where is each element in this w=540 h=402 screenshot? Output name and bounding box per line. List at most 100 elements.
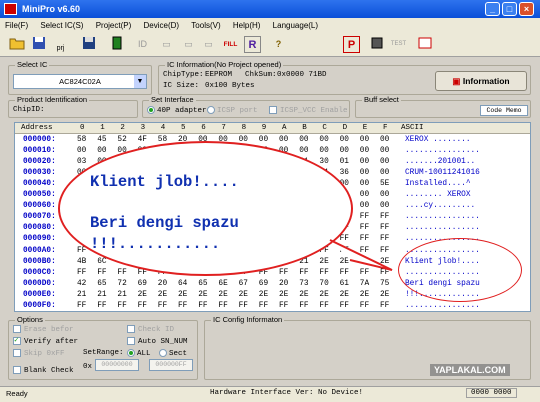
- hex-byte[interactable]: 00: [360, 179, 369, 189]
- hex-byte[interactable]: 2E: [158, 290, 167, 300]
- menu-tools[interactable]: Tools(V): [186, 18, 225, 30]
- hex-byte[interactable]: 00: [380, 146, 389, 156]
- menu-device[interactable]: Device(D): [139, 18, 185, 30]
- hex-byte[interactable]: 6E: [218, 279, 227, 289]
- hex-byte[interactable]: 00: [360, 157, 369, 167]
- hex-byte[interactable]: 58: [77, 135, 86, 145]
- hex-byte[interactable]: FF: [380, 301, 389, 311]
- hex-byte[interactable]: 4F: [138, 135, 147, 145]
- hex-byte[interactable]: 00: [77, 146, 86, 156]
- range-sect-radio[interactable]: Sect: [159, 349, 187, 358]
- ic-select-combo[interactable]: AC824C02A ▼: [13, 74, 147, 89]
- hex-byte[interactable]: 2E: [218, 290, 227, 300]
- hex-byte[interactable]: 00: [259, 135, 268, 145]
- hex-byte[interactable]: FF: [178, 301, 187, 311]
- chip-icon[interactable]: [108, 36, 125, 53]
- hex-byte[interactable]: 52: [117, 135, 126, 145]
- hex-row[interactable]: 0000F0: FF FF FF FF FF FF FF FF FF FF FF FF FF FF FF FF.…: [15, 301, 530, 311]
- hex-byte[interactable]: FF: [117, 268, 126, 278]
- protect-icon[interactable]: R: [244, 36, 261, 53]
- hex-byte[interactable]: 42: [77, 279, 86, 289]
- hex-byte[interactable]: FF: [138, 301, 147, 311]
- hex-byte[interactable]: FF: [299, 301, 308, 311]
- open-icon[interactable]: [8, 36, 25, 53]
- hex-byte[interactable]: FF: [360, 212, 369, 222]
- hex-byte[interactable]: 69: [259, 279, 268, 289]
- hex-byte[interactable]: 73: [299, 279, 308, 289]
- radio-40p-dot[interactable]: [147, 106, 155, 114]
- hex-byte[interactable]: 65: [97, 279, 106, 289]
- hex-byte[interactable]: FF: [97, 301, 106, 311]
- hex-byte[interactable]: 4B: [77, 257, 86, 267]
- hex-byte[interactable]: 01: [340, 157, 349, 167]
- hex-byte[interactable]: FF: [218, 301, 227, 311]
- hex-byte[interactable]: 00: [319, 146, 328, 156]
- hex-byte[interactable]: 2E: [239, 290, 248, 300]
- chevron-down-icon[interactable]: ▼: [134, 75, 146, 88]
- hex-byte[interactable]: FF: [360, 301, 369, 311]
- hex-byte[interactable]: 00: [319, 135, 328, 145]
- range-to-input[interactable]: 000000FF: [149, 359, 193, 371]
- hex-byte[interactable]: 00: [360, 190, 369, 200]
- hex-byte[interactable]: 00: [299, 135, 308, 145]
- hex-byte[interactable]: 00: [360, 146, 369, 156]
- hex-byte[interactable]: FF: [97, 268, 106, 278]
- radio-icsp[interactable]: ICSP port: [207, 106, 258, 115]
- hex-byte[interactable]: 00: [360, 168, 369, 178]
- verify-after-box[interactable]: ✓: [13, 336, 21, 345]
- code-memo-tab[interactable]: Code Memo: [480, 105, 528, 116]
- radio-40p[interactable]: 40P adapter: [147, 106, 207, 115]
- hex-byte[interactable]: 00: [97, 146, 106, 156]
- auto-sn-box[interactable]: [127, 337, 135, 345]
- hex-byte[interactable]: 21: [77, 290, 86, 300]
- hex-byte[interactable]: 67: [239, 279, 248, 289]
- hex-byte[interactable]: FF: [239, 301, 248, 311]
- test-icon[interactable]: TEST: [390, 36, 407, 53]
- range-from-input[interactable]: 00000000: [95, 359, 139, 371]
- range-all-radio[interactable]: ALL: [127, 349, 151, 358]
- hex-byte[interactable]: 2E: [259, 290, 268, 300]
- blank-check-check[interactable]: Blank Check: [13, 366, 74, 375]
- hex-byte[interactable]: 00: [380, 168, 389, 178]
- hex-byte[interactable]: 21: [117, 290, 126, 300]
- skip-ff-check[interactable]: Skip 0xFF: [13, 349, 65, 358]
- hex-byte[interactable]: 20: [158, 279, 167, 289]
- hex-row[interactable]: 000000: 58 45 52 4F 58 20 00 00 00 00 00 00 00 00 00 00 X…: [15, 135, 530, 146]
- hex-byte[interactable]: 2E: [198, 290, 207, 300]
- hex-byte[interactable]: 2E: [340, 290, 349, 300]
- radio-icsp-dot[interactable]: [207, 106, 215, 114]
- menu-project[interactable]: Project(P): [91, 18, 137, 30]
- hex-byte[interactable]: FF: [77, 301, 86, 311]
- hex-byte[interactable]: FF: [259, 301, 268, 311]
- hex-byte[interactable]: 00: [360, 135, 369, 145]
- hex-byte[interactable]: 36: [340, 168, 349, 178]
- hex-byte[interactable]: FF: [77, 268, 86, 278]
- blank-icon[interactable]: ▭: [200, 36, 217, 53]
- hex-byte[interactable]: 5E: [380, 179, 389, 189]
- hex-byte[interactable]: 64: [178, 279, 187, 289]
- skip-ff-box[interactable]: [13, 349, 21, 357]
- hex-byte[interactable]: 2E: [299, 290, 308, 300]
- menu-file[interactable]: File(F): [0, 18, 33, 30]
- hex-byte[interactable]: 00: [380, 201, 389, 211]
- hex-byte[interactable]: 00: [340, 146, 349, 156]
- hex-byte[interactable]: 00: [279, 135, 288, 145]
- prj-icon[interactable]: prj: [52, 36, 69, 53]
- hex-byte[interactable]: 03: [77, 157, 86, 167]
- save-icon[interactable]: [30, 36, 47, 53]
- hex-byte[interactable]: 2E: [138, 290, 147, 300]
- blank-check-box[interactable]: [13, 366, 21, 374]
- menu-language[interactable]: Language(L): [268, 18, 323, 30]
- hex-byte[interactable]: 21: [97, 290, 106, 300]
- hex-byte[interactable]: FF: [279, 301, 288, 311]
- hex-byte[interactable]: 2E: [279, 290, 288, 300]
- maximize-button[interactable]: □: [502, 2, 517, 16]
- hex-byte[interactable]: 65: [198, 279, 207, 289]
- minimize-button[interactable]: _: [485, 2, 500, 16]
- hex-byte[interactable]: 00: [380, 157, 389, 167]
- hex-byte[interactable]: 00: [380, 135, 389, 145]
- cfg-icon[interactable]: [416, 36, 433, 53]
- menu-help[interactable]: Help(H): [228, 18, 266, 30]
- hex-byte[interactable]: FF: [117, 301, 126, 311]
- verify-after-check[interactable]: ✓ Verify after: [13, 336, 78, 346]
